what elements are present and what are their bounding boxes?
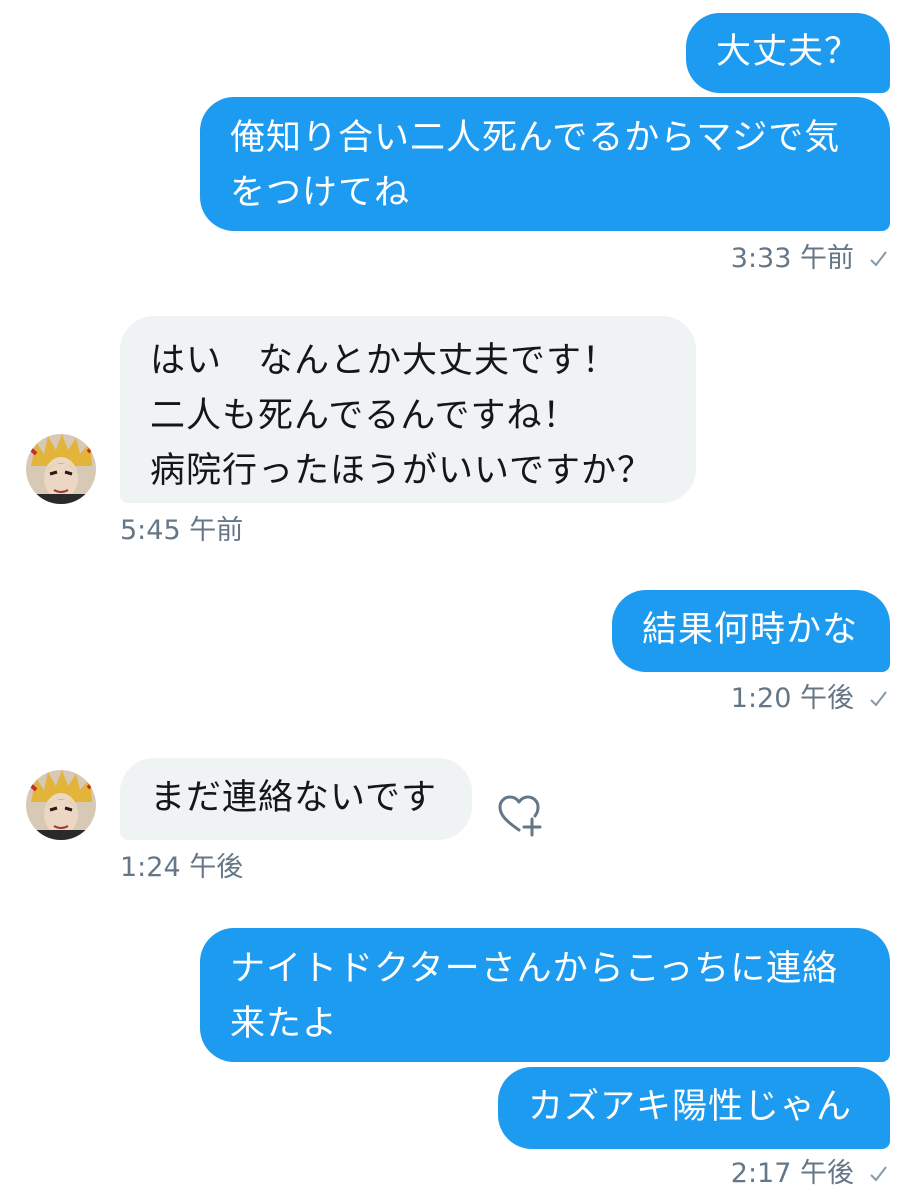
heart-plus-icon[interactable] [494,790,544,840]
message-timestamp-row: 1:24 午後 [120,851,243,885]
message-timestamp: 5:45 午前 [120,515,244,546]
message-bubble-outgoing[interactable]: 俺知り合い二人死んでるからマジで気 をつけてね [200,97,890,231]
message-timestamp: 1:24 午後 [120,852,244,883]
message-bubble-outgoing[interactable]: 大丈夫？ [686,13,890,93]
avatar-image [26,434,96,504]
message-bubble-incoming[interactable]: はい なんとか大丈夫です！ 二人も死んでるんですね！ 病院行ったほうがいいですか… [120,316,696,503]
message-timestamp-row: 2:17 午後 [731,1157,888,1191]
message-timestamp: 3:33 午前 [730,243,854,274]
avatar-image [26,770,96,840]
message-bubble-outgoing[interactable]: 結果何時かな [612,590,890,672]
checkmark-icon [870,1166,887,1182]
message-bubble-outgoing[interactable]: ナイトドクターさんからこっちに連絡 来たよ [200,928,890,1062]
message-timestamp-row: 5:45 午前 [120,514,243,548]
checkmark-icon [870,691,887,707]
checkmark-icon [870,251,887,267]
message-bubble-incoming[interactable]: まだ連絡ないです [120,758,472,840]
message-timestamp-row: 3:33 午前 [731,242,888,276]
avatar[interactable] [26,770,96,840]
message-timestamp: 1:20 午後 [730,683,854,714]
message-bubble-outgoing[interactable]: カズアキ陽性じゃん [498,1067,890,1149]
avatar[interactable] [26,434,96,504]
message-timestamp: 2:17 午後 [730,1158,854,1189]
message-timestamp-row: 1:20 午後 [731,682,888,716]
